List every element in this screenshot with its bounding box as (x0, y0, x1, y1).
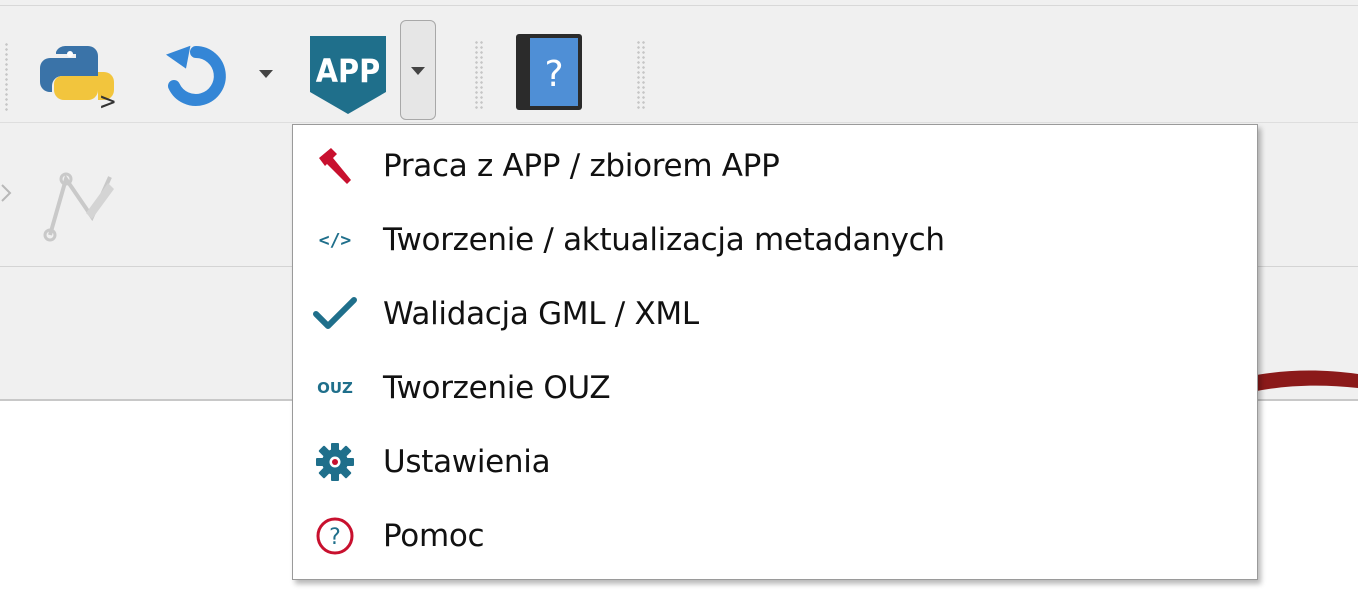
gear-icon (311, 438, 359, 486)
refresh-dropdown-chevron-icon[interactable] (259, 70, 273, 78)
chevron-icon (1, 184, 12, 202)
vertex-edit-icon (43, 172, 114, 242)
python-icon: > (40, 45, 116, 117)
menu-item-ustawienia[interactable]: Ustawienia (293, 425, 1257, 499)
menu-item-label: Walidacja GML / XML (383, 296, 699, 332)
menu-item-label: Tworzenie / aktualizacja metadanych (383, 222, 945, 258)
menu-item-label: Praca z APP / zbiorem APP (383, 148, 780, 184)
help-glyph: ? (329, 525, 341, 550)
ouz-glyph: OUZ (317, 379, 353, 397)
app-dropdown-menu: Praca z APP / zbiorem APP </> Tworzenie … (292, 124, 1258, 580)
toolbar-arrow[interactable] (0, 175, 14, 205)
plugins-toolbar: > APP ? (0, 0, 1358, 122)
menu-item-label: Tworzenie OUZ (383, 370, 611, 406)
app-plugin-button[interactable]: APP (306, 30, 390, 116)
help-book-icon: ? (516, 34, 582, 110)
checkmark-icon (311, 290, 359, 338)
refresh-icon (165, 45, 226, 106)
refresh-button[interactable] (152, 36, 240, 116)
app-shield-icon: APP (310, 36, 386, 114)
svg-text:>: > (100, 87, 116, 116)
toolbar-grip[interactable] (474, 40, 484, 110)
help-circle-icon: ? (311, 512, 359, 560)
help-book-button[interactable]: ? (512, 32, 586, 112)
menu-item-label: Pomoc (383, 518, 485, 554)
help-book-mark: ? (544, 54, 563, 95)
hammer-icon (311, 142, 359, 190)
toolbar-grip[interactable] (4, 42, 10, 112)
menu-item-pomoc[interactable]: ? Pomoc (293, 499, 1257, 573)
code-tag-icon: </> (311, 216, 359, 264)
menu-item-walidacja[interactable]: Walidacja GML / XML (293, 277, 1257, 351)
menu-item-tworzenie-metadanych[interactable]: </> Tworzenie / aktualizacja metadanych (293, 203, 1257, 277)
toolbar-top-border (0, 5, 1358, 6)
menu-item-label: Ustawienia (383, 444, 551, 480)
menu-item-praca-z-app[interactable]: Praca z APP / zbiorem APP (293, 129, 1257, 203)
vertex-tool-button[interactable] (40, 165, 120, 245)
toolbar-grip[interactable] (636, 40, 646, 110)
app-dropdown-button[interactable] (400, 20, 436, 120)
python-console-button[interactable]: > (40, 36, 132, 117)
app-badge-text: APP (316, 52, 380, 90)
ouz-icon: OUZ (311, 364, 359, 412)
code-tag-glyph: </> (318, 229, 352, 251)
menu-item-tworzenie-ouz[interactable]: OUZ Tworzenie OUZ (293, 351, 1257, 425)
chevron-down-icon (411, 67, 425, 75)
